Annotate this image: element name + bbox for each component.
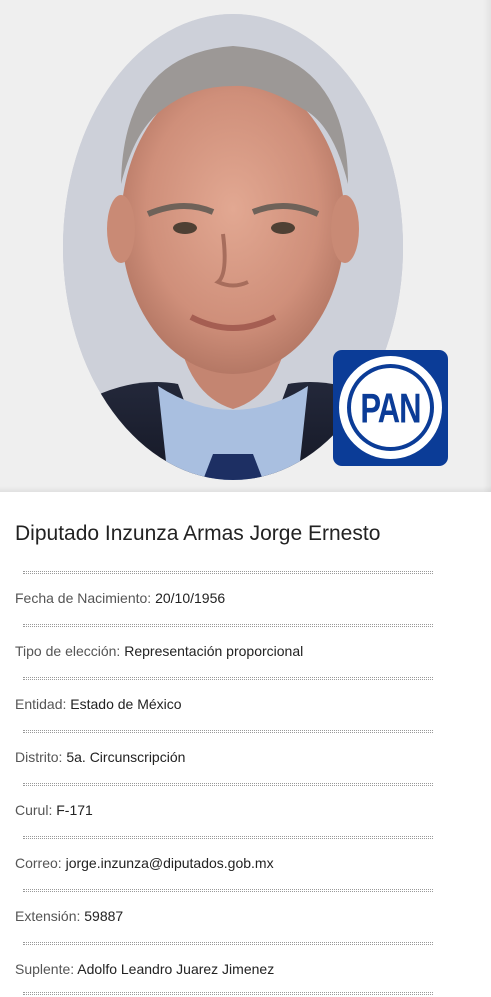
email-value: jorge.inzunza@diputados.gob.mx xyxy=(65,855,274,871)
info-row-substitute: Suplente: Adolfo Leandro Juarez Jimenez xyxy=(15,960,274,978)
profile-header: PAN xyxy=(0,0,491,492)
divider xyxy=(23,571,433,574)
divider xyxy=(23,730,433,733)
info-value: Estado de México xyxy=(70,696,182,712)
info-row-entity: Entidad: Estado de México xyxy=(15,695,182,713)
party-logo: PAN xyxy=(333,350,448,466)
divider xyxy=(23,783,433,786)
info-value: Representación proporcional xyxy=(124,643,304,659)
info-label: Tipo de elección: xyxy=(15,643,121,659)
info-label: Distrito: xyxy=(15,749,63,765)
party-abbreviation: PAN xyxy=(360,384,421,432)
deputy-name-heading: Diputado Inzunza Armas Jorge Ernesto xyxy=(15,522,381,545)
info-row-district: Distrito: 5a. Circunscripción xyxy=(15,748,185,766)
info-value: F-171 xyxy=(56,802,93,818)
info-row-seat: Curul: F-171 xyxy=(15,801,93,819)
info-label: Fecha de Nacimiento: xyxy=(15,590,152,606)
party-logo-ring: PAN xyxy=(339,356,442,459)
info-label: Suplente: xyxy=(15,961,75,977)
info-row-birthdate: Fecha de Nacimiento: 20/10/1956 xyxy=(15,589,225,607)
info-label: Correo: xyxy=(15,855,62,871)
info-label: Extensión: xyxy=(15,908,81,924)
info-row-election-type: Tipo de elección: Representación proporc… xyxy=(15,642,303,660)
info-row-email: Correo: jorge.inzunza@diputados.gob.mx xyxy=(15,854,274,872)
divider xyxy=(23,836,433,839)
divider xyxy=(23,992,433,995)
divider xyxy=(23,677,433,680)
info-value: 59887 xyxy=(84,908,124,924)
info-label: Curul: xyxy=(15,802,53,818)
info-row-extension: Extensión: 59887 xyxy=(15,907,123,925)
divider xyxy=(23,942,433,945)
info-value: 20/10/1956 xyxy=(155,590,226,606)
party-logo-inner-circle: PAN xyxy=(347,364,434,451)
info-value: 5a. Circunscripción xyxy=(66,749,186,765)
divider xyxy=(23,624,433,627)
party-logo-center: PAN xyxy=(351,368,430,447)
header-edge-shadow xyxy=(483,0,491,492)
info-label: Entidad: xyxy=(15,696,67,712)
info-value: Adolfo Leandro Juarez Jimenez xyxy=(77,961,275,977)
divider xyxy=(23,889,433,892)
